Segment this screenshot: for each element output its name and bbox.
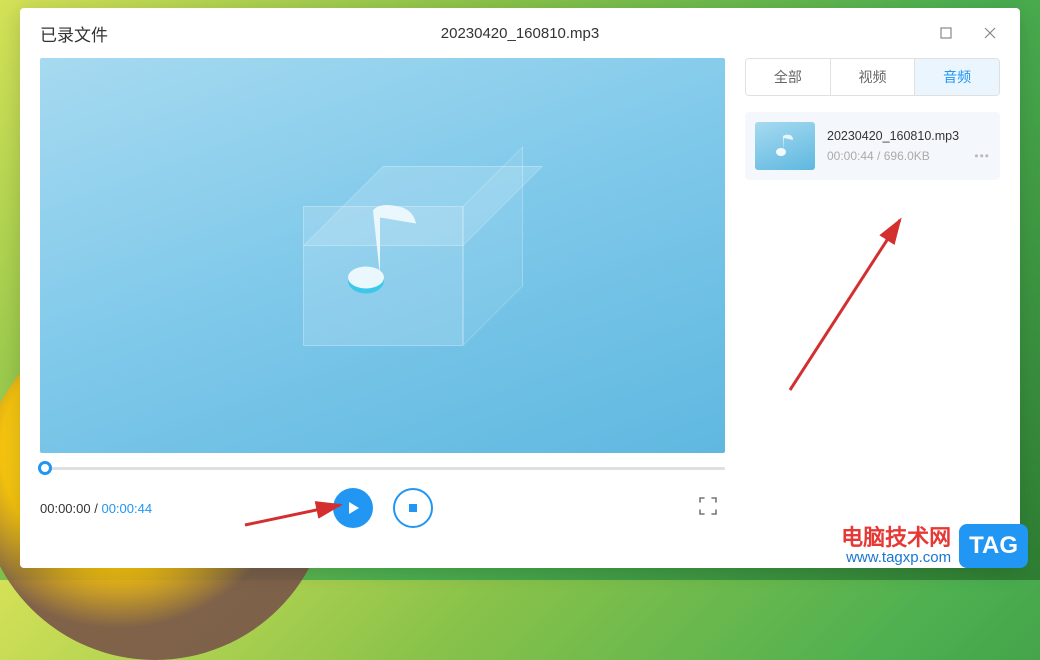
time-display: 00:00:00 / 00:00:44 bbox=[40, 501, 152, 516]
player-window: 已录文件 20230420_160810.mp3 bbox=[20, 8, 1020, 568]
progress-bar[interactable] bbox=[40, 453, 725, 483]
media-preview[interactable] bbox=[40, 58, 725, 453]
total-time: 00:00:44 bbox=[101, 501, 152, 516]
stop-button[interactable] bbox=[393, 488, 433, 528]
watermark-cn: 电脑技术网 bbox=[841, 526, 951, 550]
filter-tabs: 全部 视频 音频 bbox=[745, 58, 1000, 96]
window-title: 已录文件 bbox=[40, 21, 108, 46]
watermark-tag: TAG bbox=[959, 524, 1028, 568]
player-area: 00:00:00 / 00:00:44 bbox=[40, 58, 725, 548]
watermark: 电脑技术网 www.tagxp.com TAG bbox=[841, 524, 1028, 568]
stop-icon bbox=[406, 501, 420, 515]
content-area: 00:00:00 / 00:00:44 bbox=[20, 58, 1020, 568]
maximize-icon bbox=[940, 27, 952, 39]
tab-video[interactable]: 视频 bbox=[830, 59, 915, 95]
tab-audio[interactable]: 音频 bbox=[914, 59, 999, 95]
window-controls bbox=[924, 8, 1012, 58]
tab-all[interactable]: 全部 bbox=[746, 59, 830, 95]
close-icon bbox=[984, 27, 996, 39]
close-button[interactable] bbox=[968, 11, 1012, 55]
file-info: 20230420_160810.mp3 00:00:44 / 696.0KB •… bbox=[827, 122, 990, 170]
file-list-item[interactable]: 20230420_160810.mp3 00:00:44 / 696.0KB •… bbox=[745, 112, 1000, 180]
progress-track bbox=[40, 467, 725, 470]
fullscreen-button[interactable] bbox=[699, 497, 717, 520]
play-icon bbox=[345, 500, 361, 516]
file-name: 20230420_160810.mp3 bbox=[827, 129, 990, 143]
playback-buttons bbox=[333, 488, 433, 528]
file-title: 20230420_160810.mp3 bbox=[441, 25, 599, 42]
player-controls: 00:00:00 / 00:00:44 bbox=[40, 483, 725, 533]
current-time: 00:00:00 bbox=[40, 501, 91, 516]
maximize-button[interactable] bbox=[924, 11, 968, 55]
fullscreen-icon bbox=[699, 497, 717, 515]
sidebar: 全部 视频 音频 20230420_160810.mp3 00:00:44 / … bbox=[745, 58, 1000, 548]
watermark-url: www.tagxp.com bbox=[846, 550, 951, 567]
file-meta: 00:00:44 / 696.0KB ••• bbox=[827, 149, 990, 163]
audio-visual-cube bbox=[293, 166, 473, 346]
more-options-button[interactable]: ••• bbox=[974, 149, 990, 163]
music-note-icon bbox=[774, 133, 796, 159]
progress-thumb[interactable] bbox=[38, 461, 52, 475]
play-button[interactable] bbox=[333, 488, 373, 528]
titlebar: 已录文件 20230420_160810.mp3 bbox=[20, 8, 1020, 58]
file-thumbnail bbox=[755, 122, 815, 170]
music-note-icon bbox=[338, 195, 428, 305]
